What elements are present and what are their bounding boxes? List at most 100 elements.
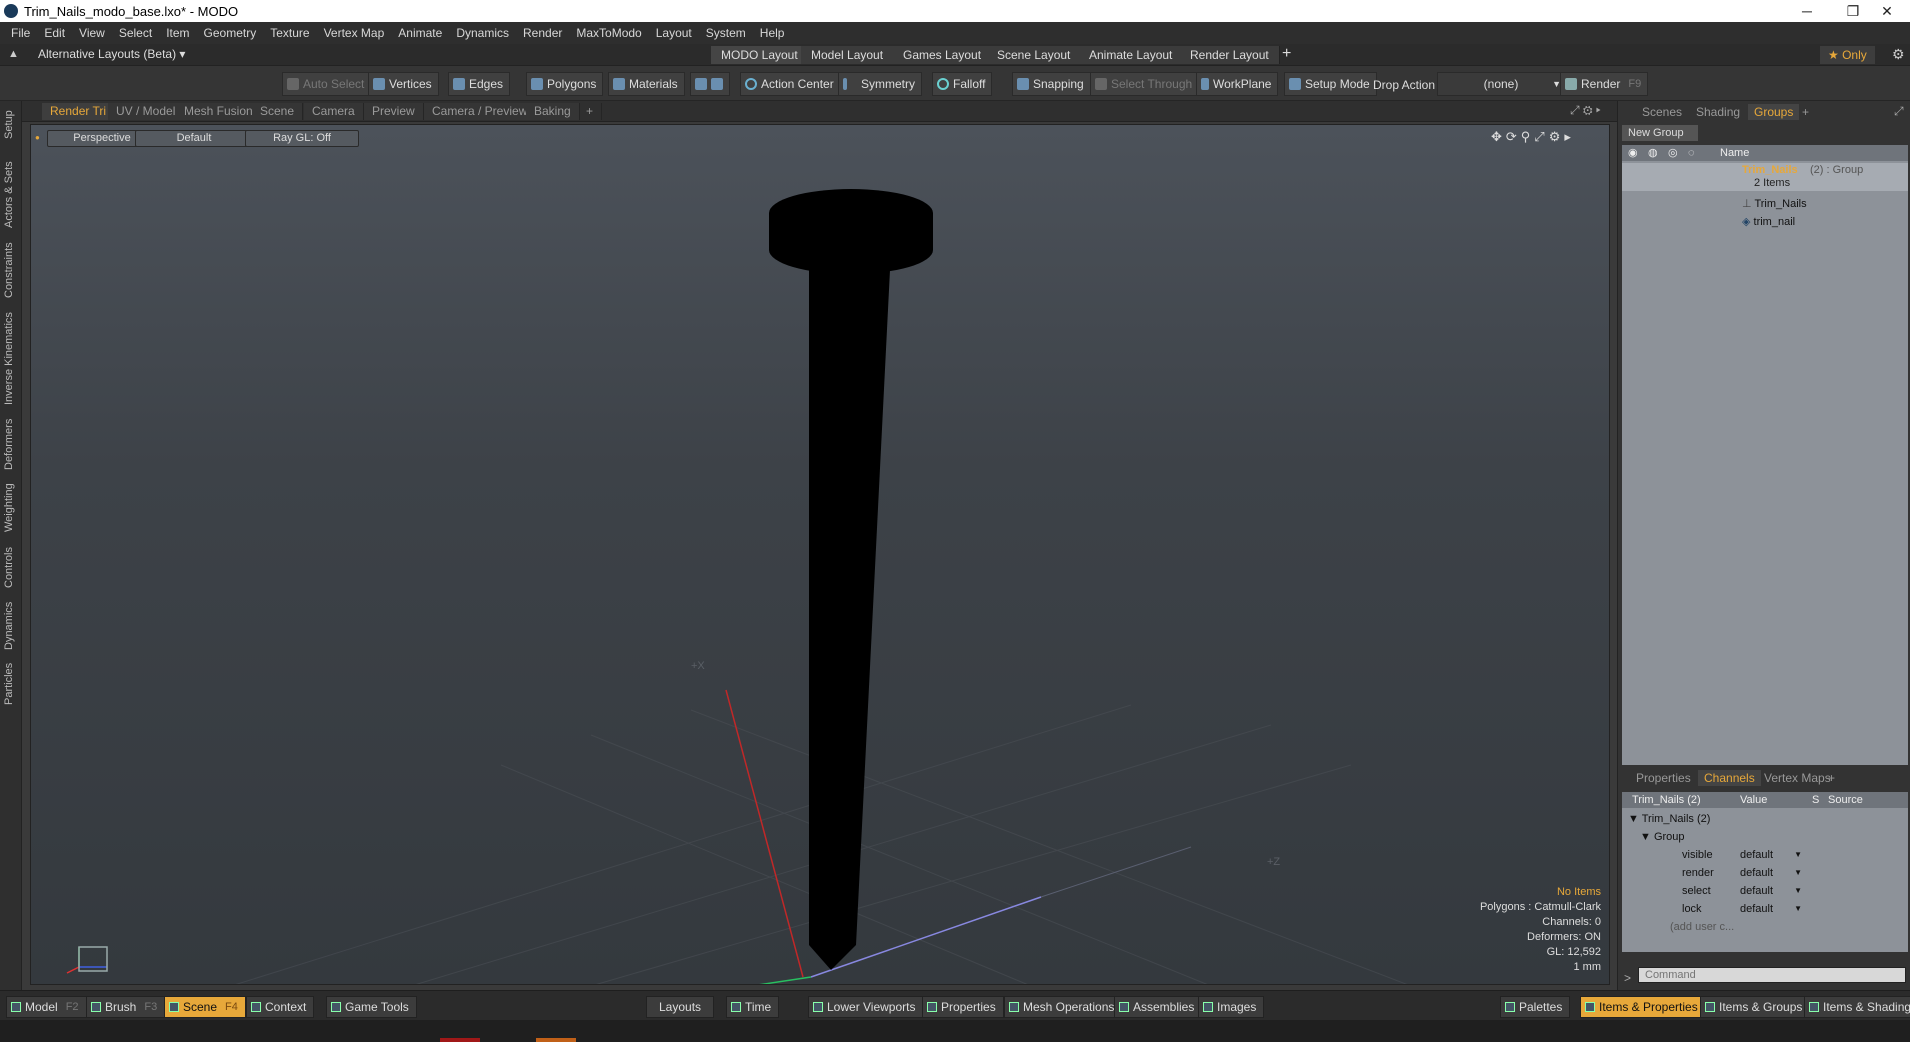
tab-games-layout[interactable]: Games Layout xyxy=(893,46,993,64)
materials-button[interactable]: Materials xyxy=(608,72,685,96)
channel-row-visible[interactable]: visible xyxy=(1682,846,1713,864)
game-tools-button[interactable]: Game Tools xyxy=(326,996,417,1018)
channel-row-lock[interactable]: lock xyxy=(1682,900,1702,918)
3d-viewport[interactable]: ● Perspective Default Ray GL: Off ✥⟳⚲⤢⚙▸… xyxy=(30,124,1610,985)
context-button[interactable]: Context xyxy=(246,996,315,1018)
tab-render-layout[interactable]: Render Layout xyxy=(1180,46,1280,64)
tab-model-layout[interactable]: Model Layout xyxy=(801,46,895,64)
channel-value-render[interactable]: default ▼ xyxy=(1740,864,1802,882)
panel-expand-icon[interactable]: ⤢ xyxy=(1894,104,1904,119)
menu-help[interactable]: Help xyxy=(753,22,792,44)
items-properties-button[interactable]: Items & Properties xyxy=(1580,996,1706,1018)
lower-viewports-button[interactable]: Lower Viewports xyxy=(808,996,924,1018)
menu-select[interactable]: Select xyxy=(112,22,159,44)
tab-camera[interactable]: Camera xyxy=(304,103,364,120)
visibility-eye-icon[interactable]: ◉ xyxy=(1628,145,1638,161)
model-button[interactable]: Model F2 xyxy=(6,996,87,1018)
group-child-trim-nails[interactable]: ⊥ Trim_Nails xyxy=(1742,195,1807,213)
tab-properties[interactable]: Properties xyxy=(1630,770,1697,786)
add-prop-tab-button[interactable]: + xyxy=(1822,770,1841,786)
layouts-button[interactable]: Layouts xyxy=(646,996,715,1018)
assemblies-button[interactable]: Assemblies xyxy=(1114,996,1203,1018)
auto-select-button[interactable]: Auto Select xyxy=(282,72,372,96)
edges-button[interactable]: Edges xyxy=(448,72,511,96)
scene-button[interactable]: Scene F4 xyxy=(164,996,246,1018)
tab-scenes[interactable]: Scenes xyxy=(1636,104,1688,120)
channels-root-row[interactable]: ▼ Trim_Nails (2) xyxy=(1628,810,1710,828)
channel-value-visible[interactable]: default ▼ xyxy=(1740,846,1802,864)
tab-channels[interactable]: Channels xyxy=(1698,770,1761,786)
workplane-button[interactable]: WorkPlane xyxy=(1196,72,1279,96)
vtab-setup[interactable]: Setup xyxy=(3,107,19,143)
tab-preview[interactable]: Preview xyxy=(364,103,424,120)
menu-view[interactable]: View xyxy=(72,22,112,44)
menu-geometry[interactable]: Geometry xyxy=(197,22,264,44)
lock-toggle-icon[interactable]: ◌ xyxy=(1688,145,1695,161)
vtab-controls[interactable]: Controls xyxy=(3,543,19,593)
images-button[interactable]: Images xyxy=(1198,996,1265,1018)
viewport-options-icon[interactable]: ⤢ ⚙ ▸ xyxy=(1570,103,1601,118)
menu-render[interactable]: Render xyxy=(516,22,569,44)
symmetry-button[interactable]: Symmetry xyxy=(838,72,922,96)
command-input[interactable] xyxy=(1638,967,1906,983)
menu-animate[interactable]: Animate xyxy=(391,22,449,44)
tab-groups[interactable]: Groups xyxy=(1748,104,1800,120)
item-mode-button[interactable] xyxy=(690,72,730,96)
layout-up-icon[interactable]: ▲ xyxy=(8,48,19,60)
vtab-dynamics[interactable]: Dynamics xyxy=(3,599,19,653)
brush-button[interactable]: Brush F3 xyxy=(86,996,166,1018)
add-user-channel[interactable]: (add user c... xyxy=(1670,918,1734,936)
menu-vertex-map[interactable]: Vertex Map xyxy=(317,22,392,44)
mesh-operations-button[interactable]: Mesh Operations xyxy=(1004,996,1123,1018)
action-center-button[interactable]: Action Center xyxy=(740,72,841,96)
menu-file[interactable]: File xyxy=(4,22,37,44)
palettes-button[interactable]: Palettes xyxy=(1500,996,1571,1018)
menu-edit[interactable]: Edit xyxy=(37,22,72,44)
group-child-trim-nail[interactable]: ◈ trim_nail xyxy=(1742,213,1795,231)
render-toggle-icon[interactable]: ◍ xyxy=(1648,145,1658,161)
vtab-particles[interactable]: Particles xyxy=(3,659,19,709)
properties-button[interactable]: Properties xyxy=(922,996,1004,1018)
tab-scene[interactable]: Scene xyxy=(252,103,304,120)
vtab-weighting[interactable]: Weighting xyxy=(3,479,19,537)
alternative-layouts-dropdown[interactable]: Alternative Layouts (Beta) ▾ xyxy=(38,47,185,61)
tab-camera-preview[interactable]: Camera / Preview xyxy=(424,103,537,120)
items-shading-button[interactable]: Items & Shading xyxy=(1804,996,1910,1018)
group-row-trim-nails[interactable]: Trim_Nails (2) : Group 2 Items xyxy=(1622,163,1908,191)
menu-maxtomodo[interactable]: MaxToModo xyxy=(569,22,648,44)
channel-value-lock[interactable]: default ▼ xyxy=(1740,900,1802,918)
tab-uv-model[interactable]: UV / Model xyxy=(108,103,185,120)
tab-render-tri[interactable]: Render Tri xyxy=(42,103,116,120)
menu-system[interactable]: System xyxy=(699,22,753,44)
channel-row-select[interactable]: select xyxy=(1682,882,1711,900)
channels-group-row[interactable]: ▼ Group xyxy=(1640,828,1685,846)
vertices-button[interactable]: Vertices xyxy=(368,72,439,96)
menu-dynamics[interactable]: Dynamics xyxy=(449,22,516,44)
add-panel-tab-button[interactable]: + xyxy=(1796,104,1815,120)
new-group-button[interactable]: New Group xyxy=(1622,125,1698,141)
drop-action-select[interactable]: (none) ▼ xyxy=(1437,72,1567,96)
add-layout-button[interactable]: + xyxy=(1282,45,1291,63)
add-tab-button[interactable]: + xyxy=(578,103,603,120)
menu-texture[interactable]: Texture xyxy=(263,22,316,44)
menu-layout[interactable]: Layout xyxy=(649,22,699,44)
items-groups-button[interactable]: Items & Groups xyxy=(1700,996,1811,1018)
menu-item[interactable]: Item xyxy=(159,22,196,44)
tab-shading[interactable]: Shading xyxy=(1690,104,1746,120)
setup-mode-button[interactable]: Setup Mode xyxy=(1284,72,1377,96)
vtab-actors-sets[interactable]: Actors & Sets xyxy=(3,157,19,233)
vtab-inverse-kinematics[interactable]: Inverse Kinematics xyxy=(3,309,19,409)
falloff-button[interactable]: Falloff xyxy=(932,72,993,96)
time-button[interactable]: Time xyxy=(726,996,780,1018)
snapping-button[interactable]: Snapping xyxy=(1012,72,1091,96)
vtab-deformers[interactable]: Deformers xyxy=(3,415,19,473)
channel-value-select[interactable]: default ▼ xyxy=(1740,882,1802,900)
only-toggle[interactable]: ★ Only xyxy=(1820,46,1875,64)
tab-modo-layout[interactable]: MODO Layout xyxy=(711,46,809,64)
tab-animate-layout[interactable]: Animate Layout xyxy=(1079,46,1184,64)
close-button[interactable]: ✕ xyxy=(1864,0,1910,22)
render-button[interactable]: Render F9 xyxy=(1560,72,1649,96)
minimize-button[interactable]: ─ xyxy=(1784,0,1830,22)
gear-icon[interactable]: ⚙ xyxy=(1892,46,1905,63)
tab-mesh-fusion[interactable]: Mesh Fusion xyxy=(176,103,262,120)
